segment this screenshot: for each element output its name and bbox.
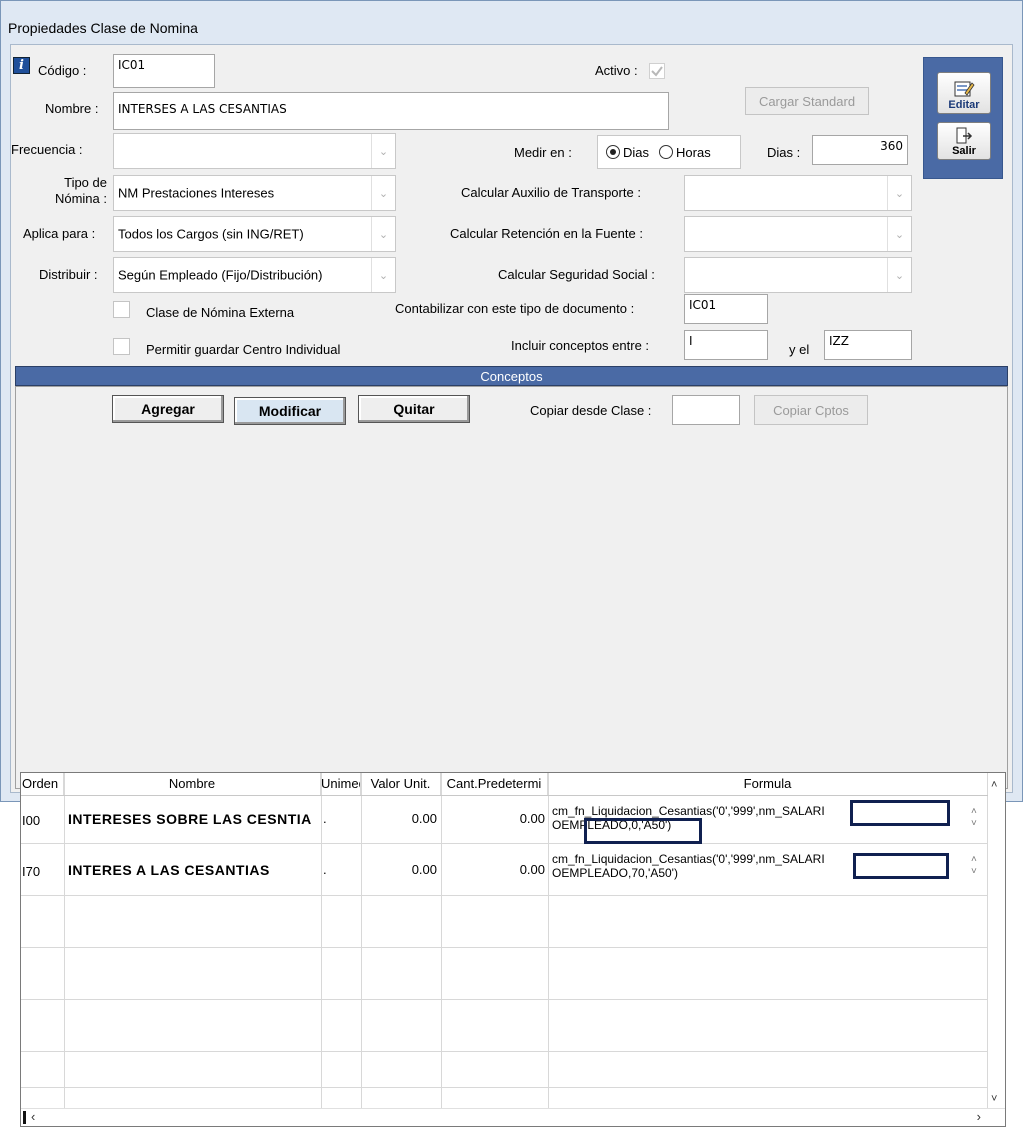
- row-cant: 0.00: [519, 862, 545, 877]
- chevron-down-icon[interactable]: ⌄: [371, 217, 395, 251]
- chevron-down-icon[interactable]: ⌄: [887, 217, 911, 251]
- conceptos-table: Orden Nombre Unimed Valor Unit. Cant.Pre…: [20, 772, 1006, 1127]
- cargar-standard-button[interactable]: Cargar Standard: [745, 87, 869, 115]
- chevron-down-icon[interactable]: ⌄: [887, 176, 911, 210]
- tipo-nomina-label-2: Nómina :: [54, 191, 107, 206]
- contabilizar-input[interactable]: IC01: [684, 294, 768, 324]
- chevron-right-icon[interactable]: ›: [977, 1109, 981, 1124]
- formula-scroll-icon[interactable]: ˄ ˅: [971, 854, 977, 878]
- clase-externa-checkbox[interactable]: [113, 301, 130, 318]
- formula-scroll-icon[interactable]: ˄ ˅: [971, 806, 977, 830]
- activo-checkbox[interactable]: [649, 63, 665, 79]
- conceptos-header: Conceptos: [15, 366, 1008, 386]
- salir-label: Salir: [952, 145, 976, 157]
- incluir-from-input[interactable]: I: [684, 330, 768, 360]
- modificar-button[interactable]: Modificar: [234, 397, 346, 425]
- retencion-select[interactable]: ⌄: [684, 216, 912, 252]
- highlight-box: [584, 818, 702, 844]
- row-orden: I00: [22, 813, 41, 828]
- col-header-formula[interactable]: Formula: [548, 773, 988, 795]
- agregar-button[interactable]: Agregar: [112, 395, 224, 423]
- chevron-down-icon[interactable]: ⌄: [887, 258, 911, 292]
- col-header-valor[interactable]: Valor Unit.: [361, 773, 441, 795]
- auxilio-label: Calcular Auxilio de Transporte :: [461, 185, 641, 200]
- frecuencia-label: Frecuencia :: [11, 142, 83, 157]
- distribuir-select[interactable]: Según Empleado (Fijo/Distribución) ⌄: [113, 257, 396, 293]
- tipo-nomina-value: NM Prestaciones Intereses: [118, 185, 275, 201]
- chevron-down-icon[interactable]: ˅: [991, 1093, 997, 1105]
- incluir-to-input[interactable]: IZZ: [824, 330, 912, 360]
- nombre-label: Nombre :: [45, 101, 99, 116]
- edit-icon: [954, 81, 975, 97]
- editar-label: Editar: [948, 99, 980, 111]
- centro-individual-checkbox[interactable]: [113, 338, 130, 355]
- contabilizar-label: Contabilizar con este tipo de documento …: [395, 301, 635, 316]
- chevron-up-icon[interactable]: ˄: [991, 779, 997, 791]
- codigo-input[interactable]: IC01: [113, 54, 215, 88]
- copiar-desde-label: Copiar desde Clase :: [530, 403, 652, 418]
- medir-en-group: Dias Horas: [597, 135, 741, 169]
- row-orden: I70: [22, 864, 41, 879]
- table-row[interactable]: I70 INTERES A LAS CESANTIAS . 0.00 0.00 …: [21, 844, 988, 894]
- radio-dias-label: Dias: [623, 144, 650, 160]
- exit-icon: [956, 127, 973, 144]
- col-header-orden[interactable]: Orden: [21, 773, 64, 795]
- seguridad-label: Calcular Seguridad Social :: [498, 267, 655, 282]
- conceptos-area: Agregar Modificar Quitar Copiar desde Cl…: [15, 386, 1008, 1127]
- row-unimed: .: [323, 862, 327, 877]
- dias-input[interactable]: 360: [812, 135, 908, 165]
- salir-button[interactable]: Salir: [937, 122, 991, 160]
- centro-individual-label: Permitir guardar Centro Individual: [146, 342, 341, 357]
- scroll-thumb[interactable]: [23, 1111, 26, 1124]
- table-row[interactable]: I00 INTERESES SOBRE LAS CESNTIA . 0.00 0…: [21, 796, 988, 843]
- nombre-input[interactable]: INTERSES A LAS CESANTIAS: [113, 92, 669, 130]
- copiar-cptos-button[interactable]: Copiar Cptos: [754, 395, 868, 425]
- incluir-and-label: y el: [789, 342, 810, 357]
- chevron-down-icon[interactable]: ⌄: [371, 176, 395, 210]
- aplica-para-select[interactable]: Todos los Cargos (sin ING/RET) ⌄: [113, 216, 396, 252]
- distribuir-label: Distribuir :: [39, 267, 98, 282]
- window-title: Propiedades Clase de Nomina: [8, 20, 198, 36]
- col-header-unimed[interactable]: Unimed: [321, 773, 361, 795]
- aplica-para-value: Todos los Cargos (sin ING/RET): [118, 226, 304, 242]
- row-unimed: .: [323, 811, 327, 826]
- activo-label: Activo :: [595, 63, 638, 78]
- dias-label: Dias :: [767, 145, 801, 160]
- auxilio-select[interactable]: ⌄: [684, 175, 912, 211]
- radio-horas-label: Horas: [676, 144, 711, 160]
- medir-en-label: Medir en :: [514, 145, 572, 160]
- properties-panel: i Código : IC01 Activo : Nombre : INTERS…: [10, 44, 1013, 1127]
- quitar-button[interactable]: Quitar: [358, 395, 470, 423]
- chevron-down-icon[interactable]: ⌄: [371, 258, 395, 292]
- highlight-box: [853, 853, 949, 879]
- col-header-nombre[interactable]: Nombre: [64, 773, 321, 795]
- copiar-desde-input[interactable]: [672, 395, 740, 425]
- row-nombre: INTERESES SOBRE LAS CESNTIA: [68, 811, 312, 827]
- chevron-down-icon[interactable]: ⌄: [371, 134, 395, 168]
- row-valor: 0.00: [411, 862, 437, 877]
- incluir-label: Incluir conceptos entre :: [511, 338, 650, 353]
- chevron-left-icon[interactable]: ‹: [31, 1109, 35, 1124]
- seguridad-select[interactable]: ⌄: [684, 257, 912, 293]
- distribuir-value: Según Empleado (Fijo/Distribución): [118, 267, 323, 283]
- frecuencia-select[interactable]: ⌄: [113, 133, 396, 169]
- radio-dias[interactable]: [606, 145, 620, 159]
- row-nombre: INTERES A LAS CESANTIAS: [68, 862, 270, 878]
- tipo-nomina-label-1: Tipo de: [64, 175, 107, 190]
- highlight-box: [850, 800, 950, 826]
- horizontal-scrollbar[interactable]: ‹ ›: [21, 1108, 1005, 1126]
- info-icon[interactable]: i: [13, 57, 30, 74]
- row-valor: 0.00: [411, 811, 437, 826]
- vertical-scrollbar[interactable]: ˄ ˅: [988, 773, 1005, 1109]
- col-header-cant[interactable]: Cant.Predetermi: [441, 773, 548, 795]
- aplica-para-label: Aplica para :: [23, 226, 96, 241]
- codigo-label: Código :: [38, 63, 87, 78]
- row-cant: 0.00: [519, 811, 545, 826]
- radio-horas[interactable]: [659, 145, 674, 159]
- action-side-panel: Editar Salir: [923, 57, 1003, 179]
- editar-button[interactable]: Editar: [937, 72, 991, 114]
- tipo-nomina-select[interactable]: NM Prestaciones Intereses ⌄: [113, 175, 396, 211]
- clase-externa-label: Clase de Nómina Externa: [146, 305, 295, 320]
- retencion-label: Calcular Retención en la Fuente :: [450, 226, 643, 241]
